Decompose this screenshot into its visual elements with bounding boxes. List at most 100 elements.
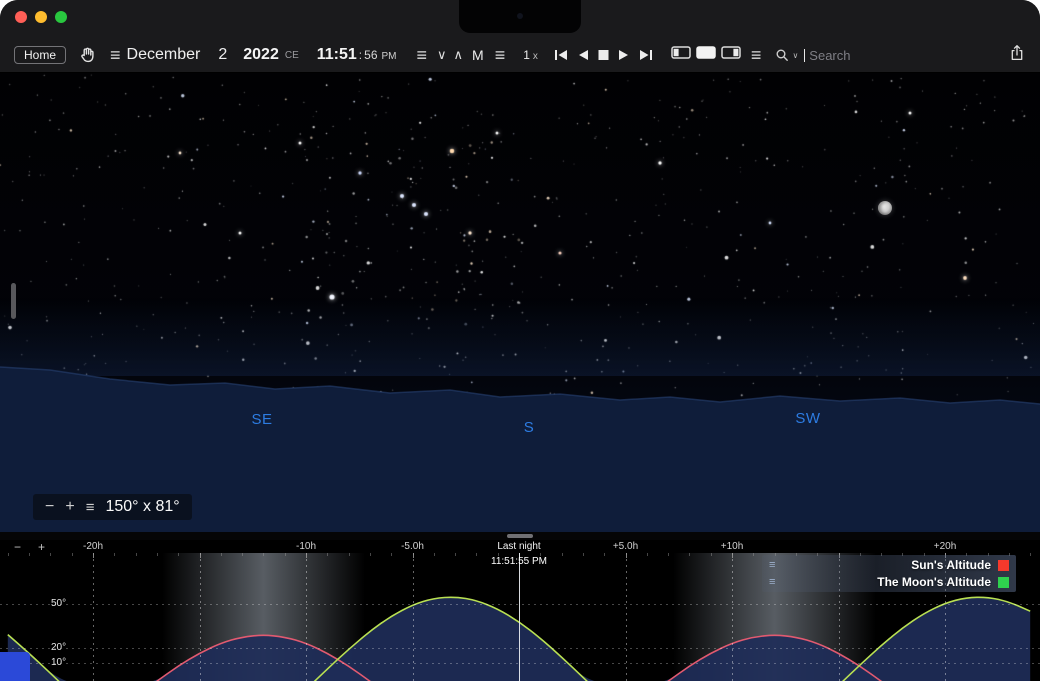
horizon-ground <box>0 73 1040 532</box>
legend-menu-icon[interactable]: ≡ <box>769 577 775 588</box>
timeline-label: -5.0h <box>401 541 424 552</box>
skip-to-start-button[interactable] <box>554 49 568 61</box>
timeline-label: Last night <box>497 541 540 552</box>
legend-menu-icon[interactable]: ≡ <box>769 560 775 571</box>
search-scope-chevron-icon[interactable]: ∨ <box>792 51 798 60</box>
play-reverse-button[interactable] <box>576 49 589 61</box>
hour-tick <box>604 553 605 556</box>
fov-menu-icon[interactable]: ≡ <box>86 499 95 516</box>
hour-tick <box>157 553 158 556</box>
moon-color-swatch[interactable] <box>998 577 1009 588</box>
hour-tick <box>391 553 392 556</box>
hour-tick <box>306 553 307 558</box>
current-time-label: 11:51:55 PM <box>491 556 547 567</box>
home-button[interactable]: Home <box>14 46 66 64</box>
m-button[interactable]: M <box>472 47 484 63</box>
hour-tick <box>753 553 754 556</box>
date-menu-icon[interactable]: ≡ <box>110 46 121 64</box>
altitude-graph[interactable]: 11:51:55 PM ≡ Sun's Altitude ≡ The Moon's A… <box>0 553 1040 681</box>
hour-tick <box>327 553 328 556</box>
layout-left-button[interactable] <box>671 46 691 64</box>
hour-tick <box>242 553 243 556</box>
panel-resize-handle[interactable] <box>507 534 533 538</box>
corner-highlight <box>0 652 30 681</box>
hour-tick <box>178 553 179 556</box>
legend-row[interactable]: ≡ The Moon's Altitude <box>769 575 1009 589</box>
timeline-zoom-in-button[interactable]: + <box>38 540 45 554</box>
hour-tick <box>349 553 350 556</box>
graph-legend: ≡ Sun's Altitude ≡ The Moon's Altitude <box>762 555 1016 592</box>
sun-color-swatch[interactable] <box>998 560 1009 571</box>
play-button[interactable] <box>618 49 631 61</box>
layout-right-button[interactable] <box>721 46 741 64</box>
speed-value: 1 <box>523 48 530 62</box>
current-time-line <box>519 553 520 681</box>
pan-tool-button[interactable] <box>78 46 96 64</box>
layout-right-icon <box>721 46 741 59</box>
hour-tick <box>647 553 648 556</box>
compass-label-se: SE <box>251 411 272 428</box>
search-icon <box>775 48 790 63</box>
search-input[interactable] <box>807 47 971 64</box>
hour-tick <box>476 553 477 556</box>
altitude-gridline <box>0 648 1040 649</box>
close-button[interactable] <box>15 11 27 23</box>
panel-divider <box>0 532 1040 540</box>
timeline-zoom-out-button[interactable]: − <box>14 540 21 554</box>
skip-to-end-button[interactable] <box>639 49 653 61</box>
altitude-gridline <box>0 663 1040 664</box>
search-field[interactable]: ∨ <box>775 47 971 64</box>
sidebar-drag-handle[interactable] <box>11 283 16 319</box>
camera-dot <box>517 13 523 19</box>
time-graph-panel: − + -20h-10h-5.0hLast night+5.0h+10h+20h… <box>0 540 1040 681</box>
legend-row[interactable]: ≡ Sun's Altitude <box>769 558 1009 572</box>
legend-label: Sun's Altitude <box>911 558 991 572</box>
date-month[interactable]: December <box>127 46 201 64</box>
moon[interactable] <box>878 201 892 215</box>
hour-tick <box>668 553 669 556</box>
timeline-label: -20h <box>83 541 103 552</box>
layout-full-button[interactable] <box>696 46 716 64</box>
zoom-button[interactable] <box>55 11 67 23</box>
hour-tick <box>1030 553 1031 556</box>
hour-tick <box>732 553 733 558</box>
minimize-button[interactable] <box>35 11 47 23</box>
clock-ampm[interactable]: PM <box>382 51 397 62</box>
stop-button[interactable] <box>597 49 610 61</box>
chevron-down-icon[interactable]: ∨ <box>437 47 447 63</box>
traffic-lights <box>15 11 67 23</box>
date-day[interactable]: 2 <box>218 46 227 64</box>
app-window: Home ≡ December 2 2022 CE 11:51 : 56 PM … <box>0 0 1040 681</box>
time-menu-icon[interactable]: ≡ <box>417 46 428 64</box>
date-year[interactable]: 2022 <box>243 46 279 64</box>
hour-tick <box>72 553 73 556</box>
layout-full-icon <box>696 46 716 59</box>
share-button[interactable] <box>1008 44 1026 67</box>
fov-zoom-out-button[interactable]: − <box>45 499 54 515</box>
fov-zoom-in-button[interactable]: + <box>65 499 74 515</box>
skip-start-icon <box>554 49 568 61</box>
playback-controls <box>554 49 653 61</box>
hour-tick <box>583 553 584 556</box>
view-menu-icon[interactable]: ≡ <box>751 46 762 64</box>
clock[interactable]: 11:51 : 56 PM <box>317 46 397 64</box>
timeline-label: +5.0h <box>613 541 638 552</box>
altitude-gridline <box>0 604 1040 605</box>
speed-indicator[interactable]: 1 x <box>523 48 538 62</box>
clock-seconds[interactable]: 56 <box>364 48 377 62</box>
sky-view[interactable]: SESSW − + ≡ 150° x 81° <box>0 73 1040 532</box>
rate-menu-icon[interactable]: ≡ <box>495 46 506 64</box>
timeline-label: -10h <box>296 541 316 552</box>
clock-hour-minute[interactable]: 11:51 <box>317 46 357 64</box>
legend-label: The Moon's Altitude <box>877 575 991 589</box>
hour-tick <box>562 553 563 556</box>
hour-tick <box>200 553 201 558</box>
compass-label-s: S <box>524 419 535 436</box>
play-reverse-icon <box>576 49 589 61</box>
display-notch <box>459 0 581 33</box>
date-era: CE <box>285 50 299 61</box>
hour-tick <box>263 553 264 556</box>
timeline-ruler[interactable]: − + -20h-10h-5.0hLast night+5.0h+10h+20h <box>0 540 1040 553</box>
chevron-up-icon[interactable]: ∧ <box>454 47 464 63</box>
text-caret <box>804 49 805 62</box>
